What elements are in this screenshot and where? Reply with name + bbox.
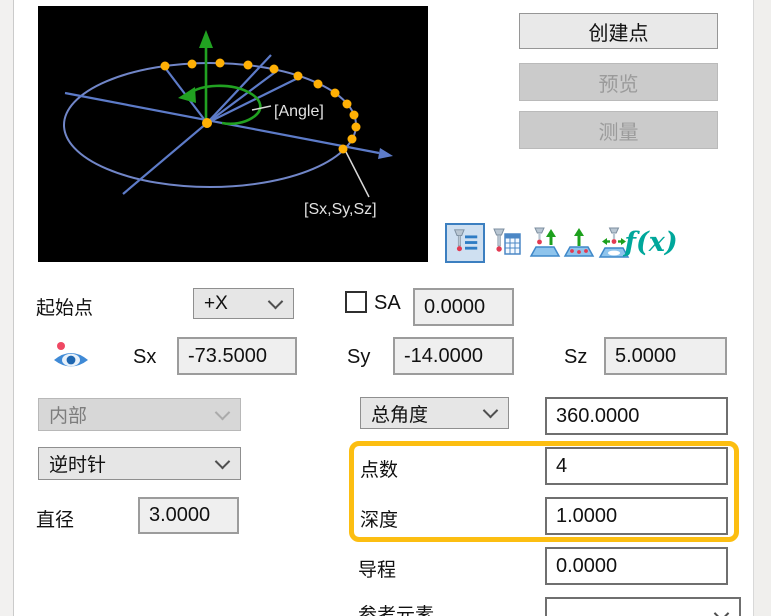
- create-point-button[interactable]: 创建点: [519, 13, 718, 49]
- points-count-label: 点数: [360, 455, 398, 482]
- angle-mode-value: 总角度: [371, 400, 428, 427]
- panel-right-edge: [753, 0, 771, 616]
- probe-list-icon: [449, 227, 481, 259]
- inner-outer-select[interactable]: 内部: [38, 398, 241, 431]
- preview-button[interactable]: 预览: [519, 63, 718, 101]
- circle-scan-dialog: [Angle] [Sx,Sy,Sz] 创建点 预览 测量: [0, 0, 771, 616]
- probe-up-arrow-icon: [529, 226, 561, 260]
- diameter-label: 直径: [36, 505, 74, 532]
- up-axis-arrowhead: [199, 30, 213, 48]
- start-point-label: 起始点: [36, 293, 93, 320]
- lead-input[interactable]: 0.0000: [545, 547, 728, 585]
- points-count-input[interactable]: 4: [545, 447, 728, 485]
- direction-value: 逆时针: [49, 450, 106, 477]
- visibility-toggle-button[interactable]: [50, 341, 92, 372]
- probe-table-mode-button[interactable]: [490, 226, 524, 260]
- depth-label: 深度: [360, 505, 398, 532]
- axis-arrowhead: [378, 148, 393, 159]
- start-point-select[interactable]: +X: [193, 288, 294, 319]
- sx-input[interactable]: -73.5000: [177, 337, 297, 375]
- function-mode-button[interactable]: f(x): [632, 226, 670, 260]
- chevron-down-icon: [268, 293, 284, 309]
- sy-input[interactable]: -14.0000: [393, 337, 514, 375]
- angle-mode-select[interactable]: 总角度: [360, 397, 509, 429]
- sa-label: SA: [374, 292, 401, 315]
- depth-input[interactable]: 1.0000: [545, 497, 728, 535]
- measure-button[interactable]: 测量: [519, 111, 718, 149]
- sx-label: Sx: [133, 346, 156, 369]
- fx-icon: f(x): [624, 226, 677, 260]
- direction-select[interactable]: 逆时针: [38, 447, 241, 480]
- sz-input[interactable]: 5.0000: [604, 337, 727, 375]
- probe-list-mode-button[interactable]: [445, 223, 485, 263]
- start-point-callout-label: [Sx,Sy,Sz]: [304, 201, 377, 218]
- circle-scan-diagram: [Angle] [Sx,Sy,Sz]: [38, 6, 428, 262]
- chevron-down-icon: [215, 453, 231, 469]
- lead-label: 导程: [358, 555, 396, 582]
- sa-checkbox[interactable]: [345, 291, 367, 313]
- inner-outer-value: 内部: [49, 401, 87, 428]
- eye-icon: [50, 341, 92, 372]
- sa-angle-input[interactable]: 0.0000: [413, 288, 514, 326]
- reference-feature-label: 参考元素: [358, 600, 434, 616]
- points-retract-mode-button[interactable]: [563, 226, 595, 260]
- total-angle-input[interactable]: 360.0000: [545, 397, 728, 435]
- sy-label: Sy: [347, 346, 370, 369]
- diameter-input[interactable]: 3.0000: [138, 497, 239, 534]
- start-point-value: +X: [204, 293, 228, 315]
- chevron-down-icon: [215, 404, 231, 420]
- scan-preview-image: [Angle] [Sx,Sy,Sz]: [38, 6, 428, 262]
- sz-label: Sz: [564, 346, 587, 369]
- points-up-arrow-icon: [563, 226, 595, 260]
- probe-table-icon: [490, 226, 524, 260]
- probe-retract-mode-button[interactable]: [529, 226, 561, 260]
- chevron-down-icon: [483, 403, 499, 419]
- panel-left-edge: [0, 0, 14, 616]
- reference-feature-select[interactable]: [545, 597, 741, 616]
- chevron-down-icon: [714, 606, 730, 616]
- angle-callout-label: [Angle]: [274, 103, 324, 120]
